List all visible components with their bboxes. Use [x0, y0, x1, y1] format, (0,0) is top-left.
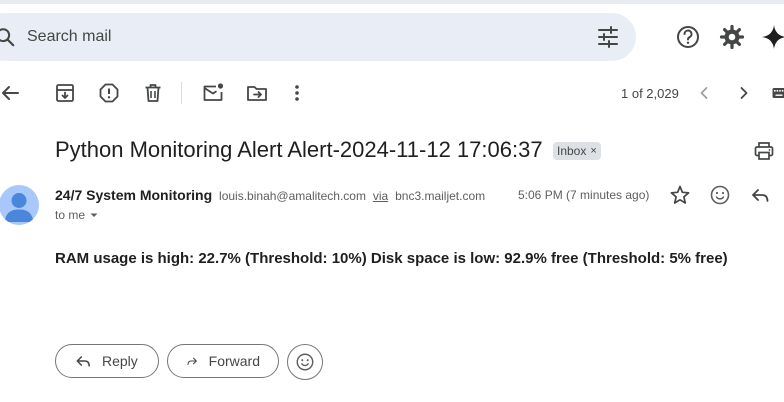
avatar[interactable] — [0, 185, 39, 225]
chevron-right-icon[interactable] — [732, 81, 756, 105]
help-icon[interactable] — [675, 24, 701, 50]
email-subject: Python Monitoring Alert Alert-2024-11-12… — [55, 137, 543, 162]
forward-button[interactable]: Forward — [167, 344, 279, 378]
person-icon — [4, 193, 34, 222]
star-icon[interactable] — [669, 184, 691, 206]
sender-line: 24/7 System Monitoring louis.binah@amali… — [55, 187, 485, 203]
mark-unread-icon[interactable] — [201, 81, 225, 105]
inbox-label-chip[interactable]: Inbox × — [553, 142, 601, 160]
top-border — [0, 0, 784, 4]
print-icon[interactable] — [753, 140, 775, 162]
via-link[interactable]: via — [373, 189, 388, 203]
chevron-left-icon[interactable] — [692, 81, 716, 105]
back-arrow-icon[interactable] — [0, 81, 22, 105]
emoji-icon[interactable] — [709, 184, 731, 206]
recipient-details[interactable]: to me — [55, 208, 99, 222]
chevron-down-icon[interactable] — [89, 210, 99, 220]
sender-name[interactable]: 24/7 System Monitoring — [55, 187, 212, 203]
search-icon[interactable] — [0, 26, 16, 48]
reply-icon — [76, 356, 90, 367]
reply-icon[interactable] — [749, 184, 771, 206]
settings-icon[interactable] — [719, 24, 745, 50]
archive-icon[interactable] — [53, 81, 77, 105]
email-body: RAM usage is high: 22.7% (Threshold: 10%… — [55, 250, 728, 267]
gemini-icon[interactable] — [761, 24, 784, 50]
forward-label: Forward — [208, 353, 260, 369]
reply-label: Reply — [102, 353, 138, 369]
via-domain: bnc3.mailjet.com — [395, 189, 486, 203]
search-input[interactable]: Search mail — [27, 26, 111, 48]
sender-email: louis.binah@amalitech.com — [219, 189, 366, 203]
more-options-icon[interactable] — [285, 81, 309, 105]
tune-icon[interactable] — [596, 26, 620, 48]
email-timestamp: 5:06 PM (7 minutes ago) — [518, 188, 650, 202]
emoji-icon — [296, 353, 314, 371]
toolbar-divider — [181, 82, 182, 104]
delete-icon[interactable] — [141, 81, 165, 105]
pager-count: 1 of 2,029 — [621, 86, 679, 101]
recipient-label: to me — [55, 208, 86, 222]
inbox-label-text: Inbox — [557, 144, 587, 158]
emoji-reaction-button[interactable] — [287, 344, 323, 380]
reply-button[interactable]: Reply — [55, 344, 159, 378]
remove-label-button[interactable]: × — [590, 142, 596, 160]
forward-icon — [187, 357, 197, 365]
report-spam-icon[interactable] — [97, 81, 121, 105]
keyboard-icon[interactable] — [772, 86, 784, 100]
move-to-icon[interactable] — [245, 81, 269, 105]
